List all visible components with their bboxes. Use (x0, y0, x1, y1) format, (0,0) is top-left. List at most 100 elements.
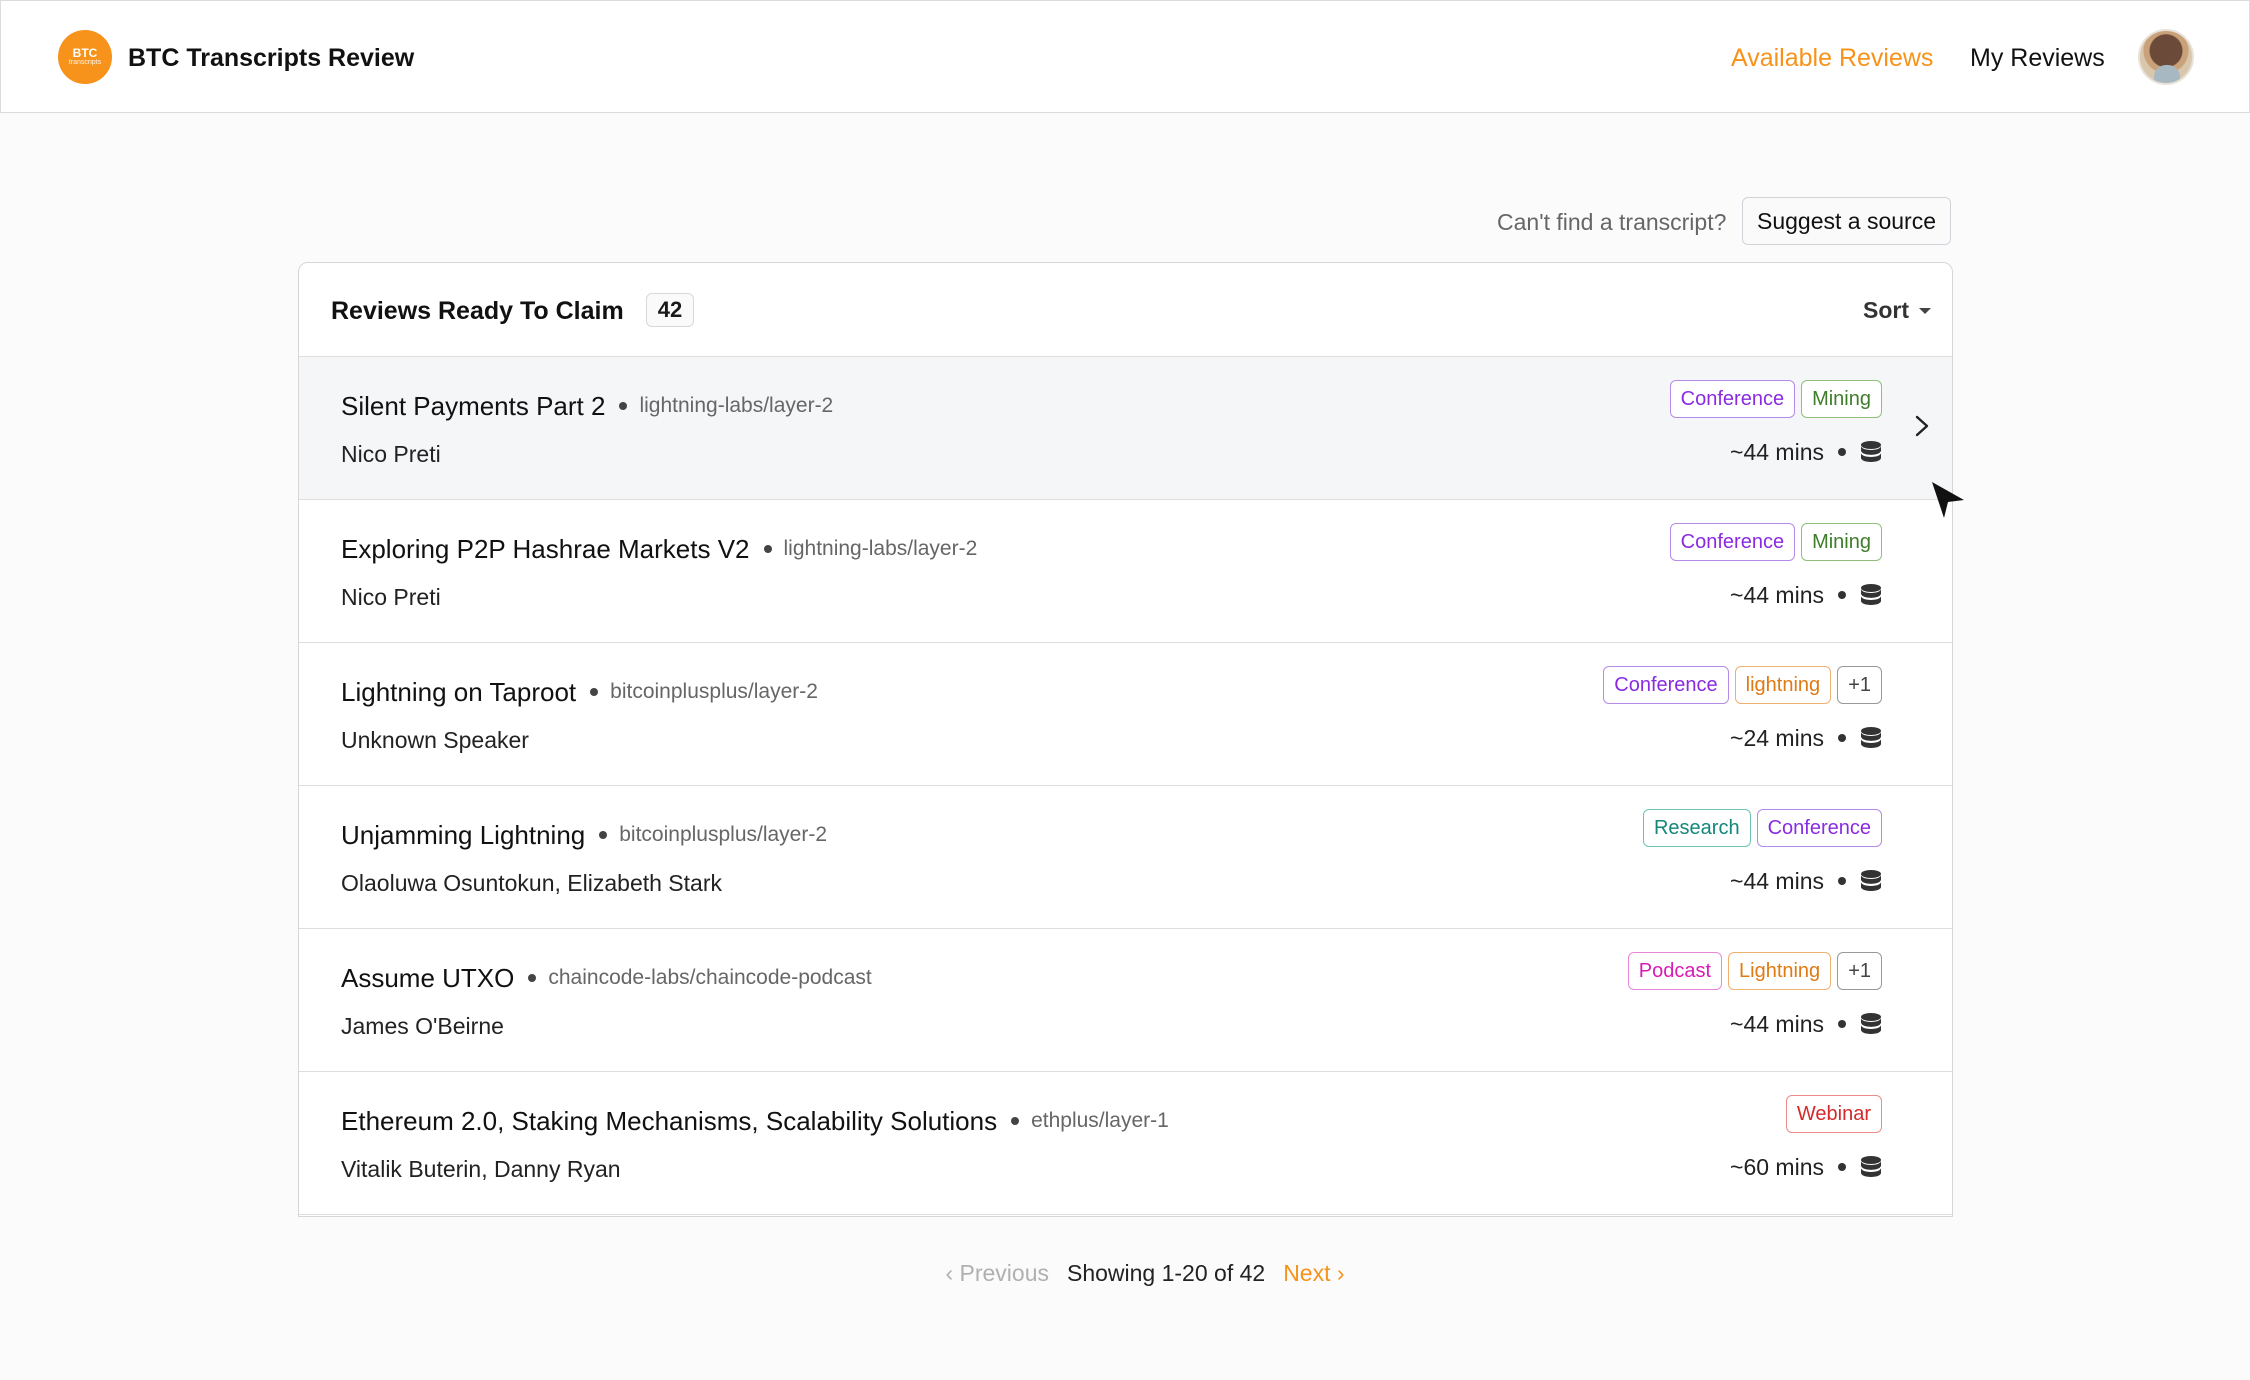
user-avatar[interactable] (2138, 29, 2194, 85)
review-speakers: Nico Preti (341, 584, 441, 610)
database-icon (1860, 1156, 1882, 1177)
review-row[interactable]: Lightning on Taproot bitcoinplusplus/lay… (299, 643, 1952, 786)
review-title-line: Silent Payments Part 2 lightning-labs/la… (341, 390, 833, 422)
nav-my-reviews[interactable]: My Reviews (1970, 43, 2105, 73)
review-speakers: Vitalik Buterin, Danny Ryan (341, 1156, 621, 1182)
review-speakers: Nico Preti (341, 441, 441, 467)
tag-badge[interactable]: +1 (1837, 666, 1882, 704)
review-title[interactable]: Unjamming Lightning (341, 819, 585, 851)
next-label: Next (1283, 1259, 1331, 1286)
review-title[interactable]: Lightning on Taproot (341, 676, 576, 708)
separator-dot (528, 974, 537, 982)
tag-badge[interactable]: lightning (1734, 666, 1832, 704)
review-title[interactable]: Silent Payments Part 2 (341, 390, 605, 422)
separator-dot (1838, 1020, 1846, 1028)
review-title-line: Lightning on Taproot bitcoinplusplus/lay… (341, 676, 818, 708)
database-icon (1860, 584, 1882, 605)
review-meta: ~60 mins (1730, 1152, 1882, 1182)
tag-list: Conference Mining (1669, 523, 1882, 561)
database-icon (1860, 1013, 1882, 1034)
review-row[interactable]: Exploring P2P Hashrae Markets V2 lightni… (299, 500, 1952, 643)
review-title[interactable]: Assume UTXO (341, 962, 514, 994)
reviews-card: Reviews Ready To Claim 42 Sort Silent Pa… (298, 262, 1953, 1217)
tag-badge[interactable]: Mining (1801, 523, 1882, 561)
review-row[interactable]: Ethereum 2.0, Staking Mechanisms, Scalab… (299, 1072, 1952, 1215)
review-duration: ~60 mins (1730, 1154, 1824, 1180)
review-duration: ~44 mins (1730, 868, 1824, 894)
review-meta: ~44 mins (1730, 866, 1882, 896)
review-title-line: Ethereum 2.0, Staking Mechanisms, Scalab… (341, 1105, 1169, 1137)
separator-dot (590, 688, 599, 696)
separator-dot (619, 402, 628, 410)
tag-badge[interactable]: Webinar (1785, 1095, 1882, 1133)
app-title[interactable]: BTC Transcripts Review (128, 43, 414, 73)
separator-dot (1011, 1117, 1020, 1125)
review-meta: ~44 mins (1730, 1009, 1882, 1039)
review-source: chaincode-labs/chaincode-podcast (548, 966, 872, 989)
next-page-button[interactable]: Next › (1283, 1260, 1344, 1287)
review-meta: ~24 mins (1730, 723, 1882, 753)
tag-badge[interactable]: Mining (1801, 380, 1882, 418)
tag-list: Podcast Lightning +1 (1627, 952, 1882, 990)
separator-dot (763, 545, 772, 553)
review-duration: ~44 mins (1730, 1011, 1824, 1037)
sort-label: Sort (1863, 297, 1909, 323)
tag-badge[interactable]: Podcast (1627, 952, 1722, 990)
tag-badge[interactable]: Conference (1669, 523, 1796, 561)
separator-dot (599, 831, 608, 839)
tag-badge[interactable]: Lightning (1728, 952, 1832, 990)
separator-dot (1838, 591, 1846, 599)
review-title-line: Assume UTXO chaincode-labs/chaincode-pod… (341, 962, 872, 994)
review-source: bitcoinplusplus/layer-2 (610, 680, 818, 703)
review-title-line: Exploring P2P Hashrae Markets V2 lightni… (341, 533, 977, 565)
card-header: Reviews Ready To Claim 42 Sort (299, 263, 1952, 357)
review-source: bitcoinplusplus/layer-2 (619, 823, 828, 846)
tag-list: Conference lightning +1 (1603, 666, 1882, 704)
pagination-info: Showing 1-20 of 42 (1066, 1259, 1266, 1286)
logo-text-transcripts: transcripts (68, 59, 102, 66)
separator-dot (1838, 448, 1846, 456)
review-duration: ~44 mins (1730, 439, 1824, 465)
tag-badge[interactable]: Conference (1669, 380, 1796, 418)
database-icon (1860, 441, 1882, 462)
count-badge: 42 (646, 293, 694, 327)
chevron-right-icon[interactable] (1911, 415, 1933, 437)
sort-dropdown[interactable]: Sort (1863, 295, 1931, 325)
review-title[interactable]: Ethereum 2.0, Staking Mechanisms, Scalab… (341, 1105, 997, 1137)
tag-badge[interactable]: Research (1642, 809, 1751, 847)
review-duration: ~44 mins (1730, 582, 1824, 608)
review-speakers: Unknown Speaker (341, 727, 529, 753)
tag-list: Conference Mining (1669, 380, 1882, 418)
database-icon (1860, 870, 1882, 891)
tag-badge[interactable]: Conference (1603, 666, 1729, 704)
review-row[interactable]: Assume UTXO chaincode-labs/chaincode-pod… (299, 929, 1952, 1072)
pagination: ‹ Previous Showing 1-20 of 42 Next › (0, 1256, 2250, 1290)
previous-page-button[interactable]: ‹ Previous (945, 1260, 1049, 1287)
review-meta: ~44 mins (1730, 580, 1882, 610)
tag-badge[interactable]: +1 (1837, 952, 1882, 990)
suggest-prompt: Can't find a transcript? (1497, 209, 1727, 235)
review-row[interactable]: Unjamming Lightning bitcoinplusplus/laye… (299, 786, 1952, 929)
top-navbar: BTC transcripts BTC Transcripts Review A… (0, 0, 2250, 113)
tag-badge[interactable]: Conference (1756, 809, 1882, 847)
review-title-line: Unjamming Lightning bitcoinplusplus/laye… (341, 819, 827, 851)
card-title: Reviews Ready To Claim (331, 297, 624, 325)
btc-logo[interactable]: BTC transcripts (58, 30, 112, 84)
review-speakers: James O'Beirne (341, 1013, 504, 1039)
separator-dot (1838, 1163, 1846, 1171)
review-title[interactable]: Exploring P2P Hashrae Markets V2 (341, 533, 750, 565)
mouse-cursor-icon (1932, 482, 1964, 518)
review-source: lightning-labs/layer-2 (639, 394, 834, 417)
review-meta: ~44 mins (1730, 437, 1882, 467)
caret-down-icon (1919, 308, 1931, 314)
review-duration: ~24 mins (1730, 725, 1824, 751)
suggest-source-button[interactable]: Suggest a source (1742, 197, 1951, 245)
review-speakers: Olaoluwa Osuntokun, Elizabeth Stark (341, 870, 722, 896)
review-source: ethplus/layer-1 (1031, 1109, 1169, 1132)
nav-available-reviews[interactable]: Available Reviews (1731, 43, 1933, 73)
logo-text-btc: BTC (72, 46, 98, 60)
review-row[interactable]: Silent Payments Part 2 lightning-labs/la… (299, 357, 1952, 500)
separator-dot (1838, 734, 1846, 742)
previous-label: Previous (959, 1259, 1049, 1286)
review-source: lightning-labs/layer-2 (783, 537, 978, 560)
